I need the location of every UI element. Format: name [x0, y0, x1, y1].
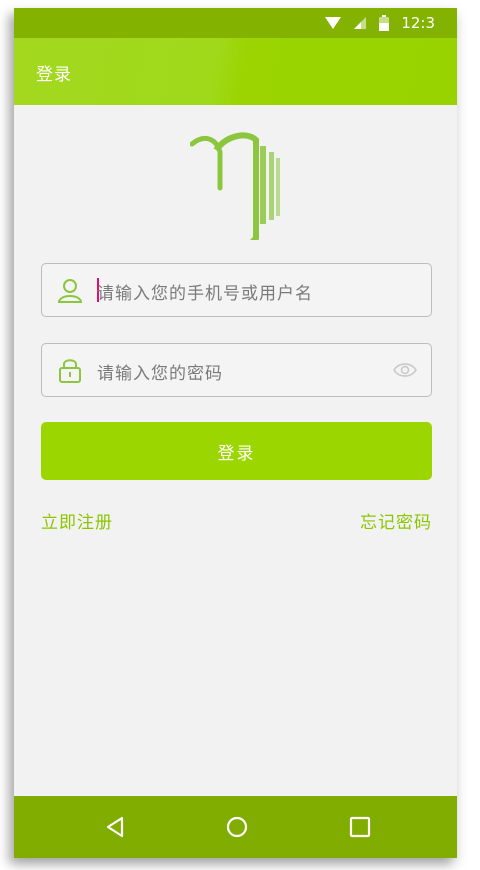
status-bar: 12:3 [14, 8, 457, 38]
password-input[interactable]: 请输入您的密码 [97, 359, 223, 384]
navigation-bar [14, 796, 457, 858]
back-icon[interactable] [102, 814, 128, 840]
user-icon [57, 279, 83, 303]
eye-icon[interactable] [393, 361, 417, 379]
username-field[interactable]: 请输入您的手机号或用户名 [41, 263, 432, 317]
register-link[interactable]: 立即注册 [41, 508, 113, 533]
forgot-password-link[interactable]: 忘记密码 [360, 508, 432, 533]
lock-icon [59, 359, 81, 383]
password-field[interactable]: 请输入您的密码 [41, 343, 432, 397]
home-icon[interactable] [224, 814, 250, 840]
page-title: 登录 [36, 65, 72, 85]
battery-icon [379, 15, 390, 31]
username-input[interactable]: 请输入您的手机号或用户名 [97, 279, 313, 304]
wifi-icon [325, 17, 342, 29]
app-logo [190, 132, 280, 240]
signal-icon [354, 17, 367, 29]
login-button[interactable]: 登录 [41, 422, 432, 480]
status-time: 12:3 [401, 14, 435, 32]
phone-screen: 12:3 登录 请输入您的手机号或用户名 请输入您的密码 登录 立即注册 忘记密… [14, 8, 457, 858]
recents-icon[interactable] [347, 814, 373, 840]
app-bar: 登录 [14, 38, 457, 105]
